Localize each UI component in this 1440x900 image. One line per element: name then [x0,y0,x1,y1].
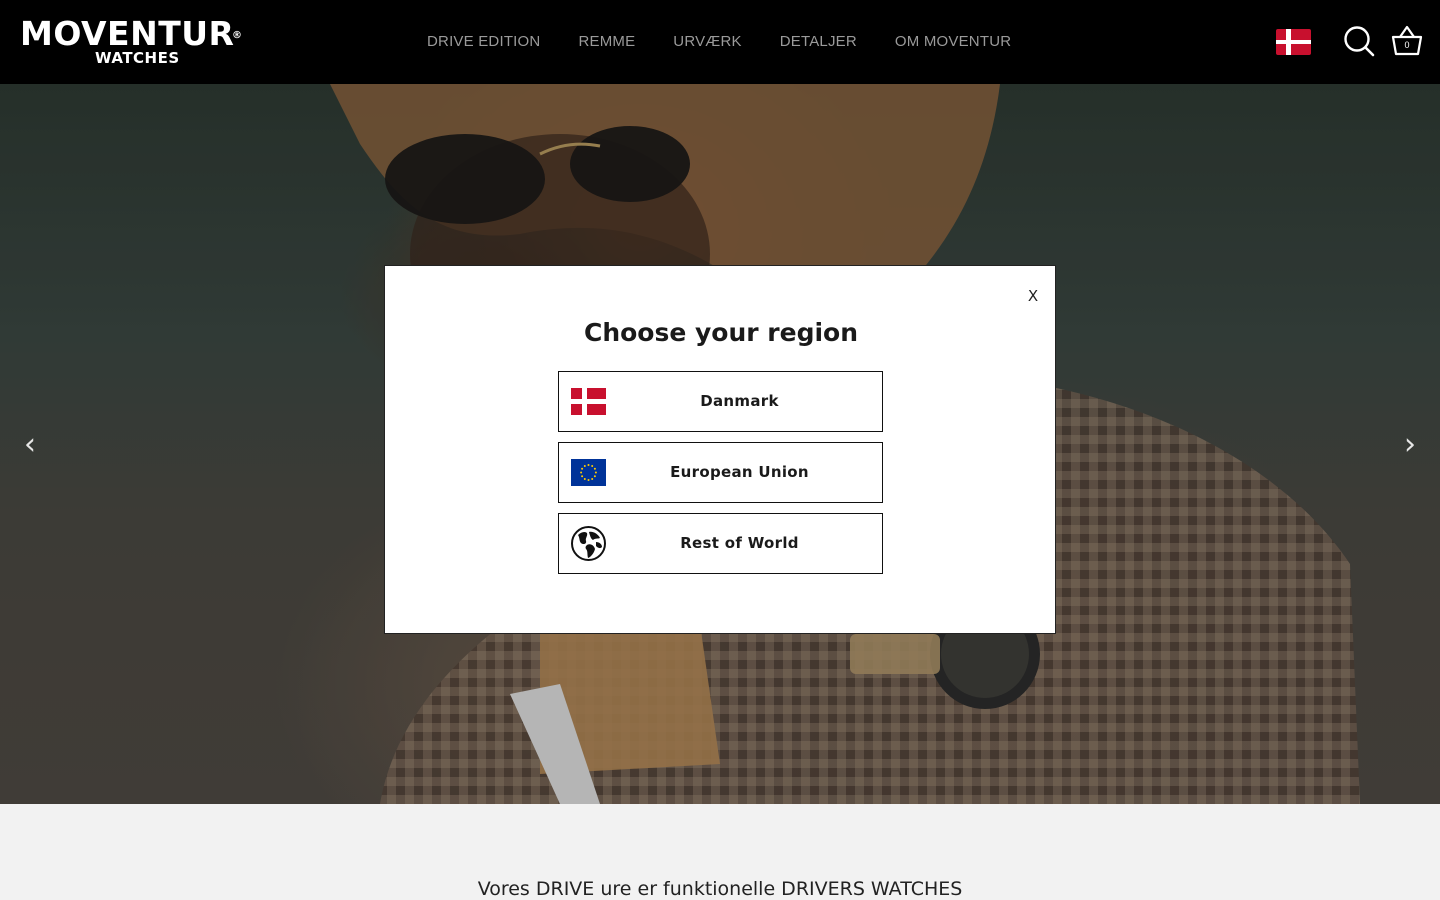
region-option-rest-of-world[interactable]: Rest of World [558,513,883,574]
modal-title: Choose your region [583,318,859,347]
region-option-european-union[interactable]: European Union [558,442,883,503]
region-label: Danmark [700,392,779,410]
region-option-danmark[interactable]: Danmark [558,371,883,432]
region-label: Rest of World [680,534,799,552]
close-button[interactable]: X [1025,286,1041,306]
region-modal: X Choose your region Danmark European Un… [384,265,1056,634]
region-label: European Union [670,463,809,481]
